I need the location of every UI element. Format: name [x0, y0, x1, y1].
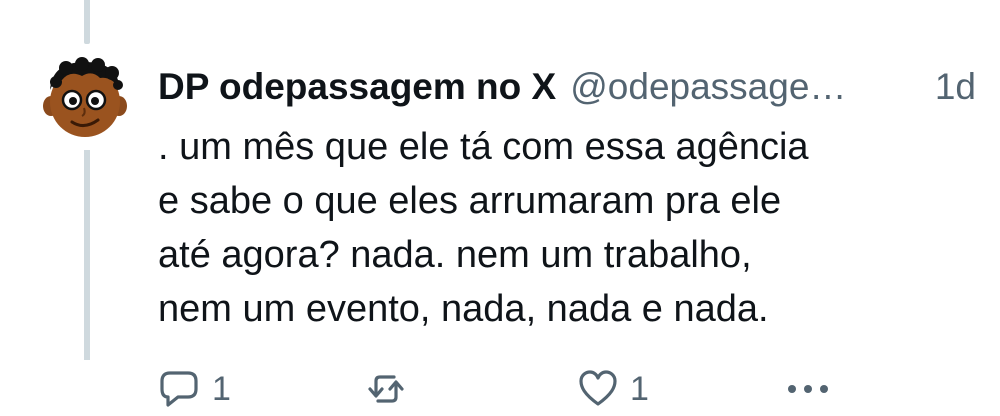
reply-icon	[160, 371, 198, 407]
retweet-button[interactable]	[366, 362, 418, 416]
thread-line-bottom	[84, 150, 90, 360]
tweet-header: DP odepassagem no X @odepassage… 1d	[158, 62, 980, 112]
heart-icon	[579, 370, 617, 406]
display-name[interactable]: DP odepassagem no X	[158, 66, 556, 108]
more-icon	[788, 385, 828, 393]
cartoon-face-avatar-icon	[43, 57, 127, 137]
retweet-icon	[368, 375, 404, 403]
tweet-text-line: até agora? nada. nem um trabalho,	[158, 234, 752, 276]
like-count: 1	[630, 369, 649, 408]
tweet-text-line: . um mês que ele tá com essa agência	[158, 126, 809, 168]
tweet-text-line: nem um evento, nada, nada e nada.	[158, 288, 769, 330]
reply-button[interactable]: 1	[158, 362, 231, 416]
thread-line-top	[84, 0, 90, 44]
timestamp[interactable]: 1d	[935, 66, 976, 108]
reply-count: 1	[212, 369, 231, 408]
like-button[interactable]: 1	[578, 362, 649, 416]
tweet-text: . um mês que ele tá com essa agência e s…	[158, 120, 958, 336]
avatar[interactable]	[42, 56, 128, 142]
tweet-actions: 1 1	[158, 362, 980, 416]
tweet-text-line: e sabe o que eles arrumaram pra ele	[158, 180, 782, 222]
user-handle[interactable]: @odepassage…	[570, 66, 846, 108]
more-button[interactable]	[784, 362, 832, 416]
